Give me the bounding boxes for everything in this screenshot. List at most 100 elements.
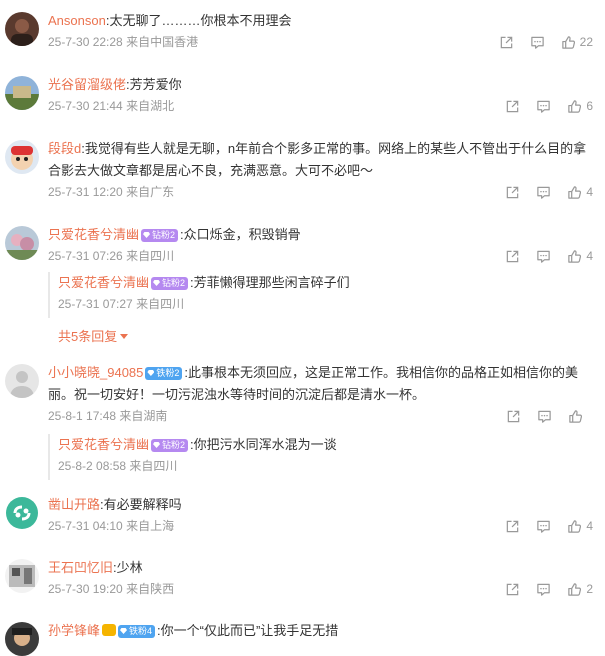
comment-username[interactable]: 王石凹忆旧: [48, 560, 113, 575]
fan-badge: 铁粉4: [118, 625, 156, 638]
share-icon: [505, 582, 520, 597]
like-icon: [568, 409, 583, 424]
reply-username[interactable]: 只爱花香兮清幽: [58, 437, 149, 452]
crown-icon: [102, 624, 117, 636]
share-button[interactable]: [505, 185, 520, 200]
share-button[interactable]: [505, 582, 520, 597]
like-count: 6: [586, 99, 593, 113]
diamond-icon: [147, 370, 155, 376]
like-count: 4: [586, 185, 593, 199]
like-icon: [561, 35, 576, 50]
reply-button[interactable]: [537, 409, 552, 424]
share-icon: [505, 99, 520, 114]
comment-username[interactable]: 段段d: [48, 141, 81, 156]
like-count: 22: [579, 35, 593, 49]
like-button[interactable]: 4: [567, 182, 593, 202]
diamond-icon: [153, 442, 161, 448]
fan-badge: 钻粉2: [151, 277, 189, 290]
comment-location: 来自陕西: [126, 582, 175, 596]
comment-text: :众口烁金，积毁销骨: [180, 227, 301, 242]
reply-button[interactable]: [530, 35, 545, 50]
comment-text-cont: 丽。祝一切安好！一切污泥浊水等待时间的沉淀后都是清水一杯。: [48, 387, 426, 402]
comment-text: :少林: [113, 560, 143, 575]
fan-badge: 钻粉2: [151, 439, 189, 452]
comment-text: :太无聊了………你根本不用理会: [105, 13, 292, 28]
reply-button[interactable]: [536, 519, 551, 534]
avatar[interactable]: [5, 76, 39, 110]
reply-item: 只爱花香兮清幽 钻粉2:你把污水同浑水混为一谈 25-8-2 08:58 来自四川: [48, 434, 337, 480]
like-icon: [567, 519, 582, 534]
share-icon: [506, 409, 521, 424]
like-icon: [567, 99, 582, 114]
like-count: 4: [586, 519, 593, 533]
share-button[interactable]: [505, 519, 520, 534]
like-button[interactable]: [568, 409, 593, 424]
comment-location: 来自湖南: [119, 409, 168, 423]
comment-username[interactable]: 孙学锋峰: [48, 623, 100, 638]
avatar[interactable]: [5, 364, 39, 398]
fan-badge: 铁粉2: [145, 367, 183, 380]
like-button[interactable]: 2: [567, 579, 593, 599]
comment-location: 来自广东: [126, 185, 175, 199]
comment-text: :你一个“仅此而已”让我手足无措: [157, 623, 339, 638]
comment-username[interactable]: 只爱花香兮清幽: [48, 227, 139, 242]
comment-username[interactable]: 光谷留溜级佬: [48, 77, 126, 92]
comment-time: 25-7-31 07:26: [48, 249, 123, 263]
avatar[interactable]: [5, 12, 39, 46]
reply-location: 来自四川: [136, 297, 185, 311]
reply-button[interactable]: [536, 582, 551, 597]
like-button[interactable]: 4: [567, 246, 593, 266]
comment-location: 来自四川: [126, 249, 175, 263]
like-button[interactable]: 22: [561, 32, 593, 52]
share-icon: [505, 519, 520, 534]
reply-location: 来自四川: [129, 459, 178, 473]
reply-button[interactable]: [536, 249, 551, 264]
comment-location: 来自上海: [126, 519, 175, 533]
avatar[interactable]: [5, 559, 39, 593]
comment-location: 来自湖北: [126, 99, 175, 113]
comment-username[interactable]: Ansonson: [48, 13, 106, 28]
comment-time: 25-8-1 17:48: [48, 409, 117, 423]
comment-icon: [536, 185, 551, 200]
diamond-icon: [143, 232, 151, 238]
comment-text: :有必要解释吗: [100, 497, 182, 512]
share-icon: [505, 249, 520, 264]
reply-time: 25-7-31 07:27: [58, 297, 133, 311]
reply-username[interactable]: 只爱花香兮清幽: [58, 275, 149, 290]
avatar[interactable]: [5, 496, 39, 530]
comment-text: :我觉得有些人就是无聊，n年前合个影多正常的事。网络上的某些人不管出于什么目的拿: [81, 141, 587, 156]
fan-badge: 钻粉2: [141, 229, 179, 242]
comment-location: 来自中国香港: [126, 35, 199, 49]
like-icon: [567, 185, 582, 200]
share-button[interactable]: [506, 409, 521, 424]
comment-time: 25-7-30 19:20: [48, 582, 123, 596]
comment-icon: [536, 582, 551, 597]
diamond-icon: [120, 628, 128, 634]
comment-icon: [536, 99, 551, 114]
like-button[interactable]: 4: [567, 516, 593, 536]
share-button[interactable]: [499, 35, 514, 50]
like-icon: [567, 249, 582, 264]
share-button[interactable]: [505, 249, 520, 264]
comment-username[interactable]: 凿山开路: [48, 497, 100, 512]
reply-button[interactable]: [536, 185, 551, 200]
comment-text-cont: 合影去大做文章都是居心不良，充满恶意。大可不必吧～: [48, 163, 374, 178]
share-button[interactable]: [505, 99, 520, 114]
avatar[interactable]: [5, 226, 39, 260]
more-replies-link[interactable]: 共5条回复: [58, 326, 129, 345]
caret-down-icon: [120, 334, 129, 339]
comment-time: 25-7-30 22:28: [48, 35, 123, 49]
comment-icon: [537, 409, 552, 424]
reply-text: :你把污水同浑水混为一谈: [190, 437, 337, 452]
comment-icon: [536, 519, 551, 534]
avatar[interactable]: [5, 140, 39, 174]
comment-username[interactable]: 小小晓晓_94085: [48, 365, 143, 380]
reply-button[interactable]: [536, 99, 551, 114]
comment-icon: [530, 35, 545, 50]
comment-time: 25-7-31 04:10: [48, 519, 123, 533]
like-button[interactable]: 6: [567, 96, 593, 116]
like-count: 4: [586, 249, 593, 263]
avatar[interactable]: [5, 622, 39, 656]
comment-text: :芳芳爱你: [126, 77, 182, 92]
share-icon: [499, 35, 514, 50]
